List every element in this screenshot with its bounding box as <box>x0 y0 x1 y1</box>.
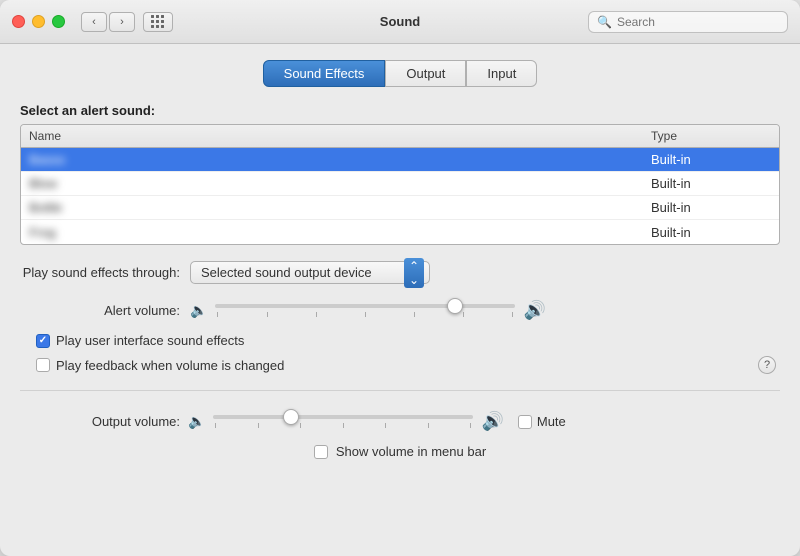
list-header: Name Type <box>21 125 779 148</box>
output-volume-slider[interactable] <box>213 415 473 428</box>
sound-type: Built-in <box>651 152 771 167</box>
volume-low-icon: 🔈 <box>190 302 207 319</box>
show-volume-label: Show volume in menu bar <box>336 444 486 459</box>
play-through-row: Play sound effects through: Selected sou… <box>20 261 780 284</box>
content-area: Sound Effects Output Input Select an ale… <box>0 44 800 556</box>
sound-type: Built-in <box>651 176 771 191</box>
output-volume-slider-row: 🔈 🔊 Mute <box>188 411 780 432</box>
ui-sounds-label: Play user interface sound effects <box>56 333 244 348</box>
play-through-select[interactable]: Selected sound output device <box>190 261 430 284</box>
tabs: Sound Effects Output Input <box>20 60 780 87</box>
sound-list: Name Type Basso Built-in Blow Built-in B… <box>20 124 780 245</box>
alert-sound-section: Select an alert sound: Name Type Basso B… <box>20 103 780 245</box>
table-row[interactable]: Frog Built-in <box>21 220 779 244</box>
sound-name: Basso <box>29 152 651 167</box>
back-button[interactable]: ‹ <box>81 12 107 32</box>
mute-checkbox[interactable] <box>518 415 532 429</box>
ui-sounds-row: Play user interface sound effects <box>36 333 780 348</box>
titlebar: ‹ › Sound 🔍 <box>0 0 800 44</box>
tab-input[interactable]: Input <box>466 60 537 87</box>
ui-sounds-checkbox[interactable] <box>36 334 50 348</box>
nav-buttons: ‹ › <box>81 12 135 32</box>
divider <box>20 390 780 391</box>
output-volume-high-icon: 🔊 <box>481 411 503 432</box>
alert-volume-label: Alert volume: <box>20 303 180 318</box>
output-slider-track <box>213 415 473 419</box>
play-through-select-wrapper: Selected sound output device ⌃⌄ <box>190 261 430 284</box>
output-slider-ticks <box>213 423 473 428</box>
tab-sound-effects[interactable]: Sound Effects <box>263 60 386 87</box>
mute-label: Mute <box>537 414 566 429</box>
feedback-row: Play feedback when volume is changed ? <box>36 356 780 374</box>
forward-button[interactable]: › <box>109 12 135 32</box>
feedback-label: Play feedback when volume is changed <box>56 358 284 373</box>
tab-output[interactable]: Output <box>385 60 466 87</box>
minimize-button[interactable] <box>32 15 45 28</box>
sound-name: Bottle <box>29 200 651 215</box>
sound-name: Blow <box>29 176 651 191</box>
maximize-button[interactable] <box>52 15 65 28</box>
sound-name: Frog <box>29 225 651 240</box>
feedback-checkbox-wrap: Play feedback when volume is changed <box>36 358 284 373</box>
sound-type: Built-in <box>651 225 771 240</box>
output-volume-label: Output volume: <box>20 414 180 429</box>
window-title: Sound <box>380 14 420 29</box>
table-row[interactable]: Blow Built-in <box>21 172 779 196</box>
search-input[interactable] <box>617 15 779 29</box>
alert-volume-slider[interactable] <box>215 304 515 317</box>
slider-track <box>215 304 515 308</box>
show-volume-checkbox[interactable] <box>314 445 328 459</box>
search-bar[interactable]: 🔍 <box>588 11 788 33</box>
output-volume-low-icon: 🔈 <box>188 413 205 430</box>
alert-label: Select an alert sound: <box>20 103 780 118</box>
traffic-lights <box>12 15 65 28</box>
alert-volume-row: Alert volume: 🔈 🔊 <box>20 300 780 321</box>
table-row[interactable]: Basso Built-in <box>21 148 779 172</box>
slider-ticks <box>215 312 515 317</box>
close-button[interactable] <box>12 15 25 28</box>
mute-check: Mute <box>518 414 566 429</box>
main-window: ‹ › Sound 🔍 Sound Effects Output Input S… <box>0 0 800 556</box>
feedback-checkbox[interactable] <box>36 358 50 372</box>
grid-button[interactable] <box>143 12 173 32</box>
help-button[interactable]: ? <box>758 356 776 374</box>
volume-high-icon: 🔊 <box>523 300 545 321</box>
output-volume-row: Output volume: 🔈 🔊 Mute <box>20 411 780 432</box>
alert-volume-slider-row: 🔈 🔊 <box>190 300 780 321</box>
show-volume-row: Show volume in menu bar <box>20 444 780 459</box>
grid-icon <box>151 15 165 29</box>
col-type: Type <box>651 129 771 143</box>
table-row[interactable]: Bottle Built-in <box>21 196 779 220</box>
ui-sounds-checkbox-wrap: Play user interface sound effects <box>36 333 244 348</box>
play-through-label: Play sound effects through: <box>20 265 180 280</box>
sound-type: Built-in <box>651 200 771 215</box>
search-icon: 🔍 <box>597 15 612 29</box>
checkboxes-section: Play user interface sound effects Play f… <box>20 333 780 374</box>
col-name: Name <box>29 129 651 143</box>
